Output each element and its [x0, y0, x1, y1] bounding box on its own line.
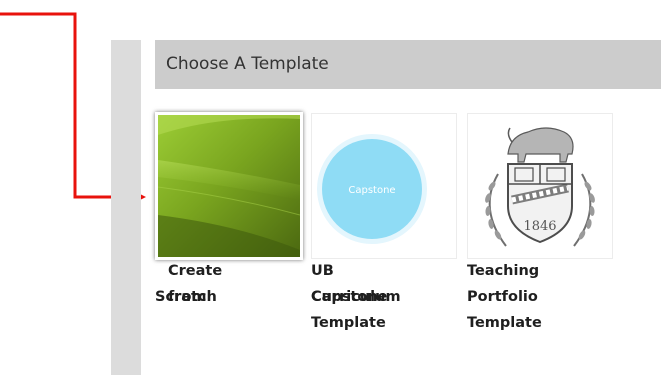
capstone-logo-text: Capstone	[348, 185, 395, 196]
left-gutter-bar	[111, 40, 141, 375]
template-panel-header: Choose A Template	[155, 40, 661, 89]
panel-title: Choose A Template	[166, 54, 329, 74]
ub-seal-icon: 1846	[485, 127, 595, 247]
template-label-scratch[interactable]: Scratch	[155, 284, 217, 310]
template-label-template-2[interactable]: Template	[467, 310, 542, 336]
green-abstract-thumbnail[interactable]	[155, 112, 303, 260]
ub-seal-thumbnail[interactable]: 1846	[467, 113, 613, 259]
capstone-circle-thumbnail[interactable]: Capstone	[311, 113, 457, 259]
seal-year-text: 1846	[523, 219, 556, 234]
template-label-capstone[interactable]: Capstone	[311, 284, 388, 310]
template-chooser-screen: Choose A Template Create from Scratch Ca…	[0, 0, 661, 375]
template-label-portfolio[interactable]: Portfolio	[467, 284, 538, 310]
template-label-template[interactable]: Template	[311, 310, 386, 336]
template-label-teaching[interactable]: Teaching	[467, 258, 539, 284]
green-abstract-image	[158, 115, 300, 257]
capstone-logo-icon: Capstone	[317, 134, 427, 244]
